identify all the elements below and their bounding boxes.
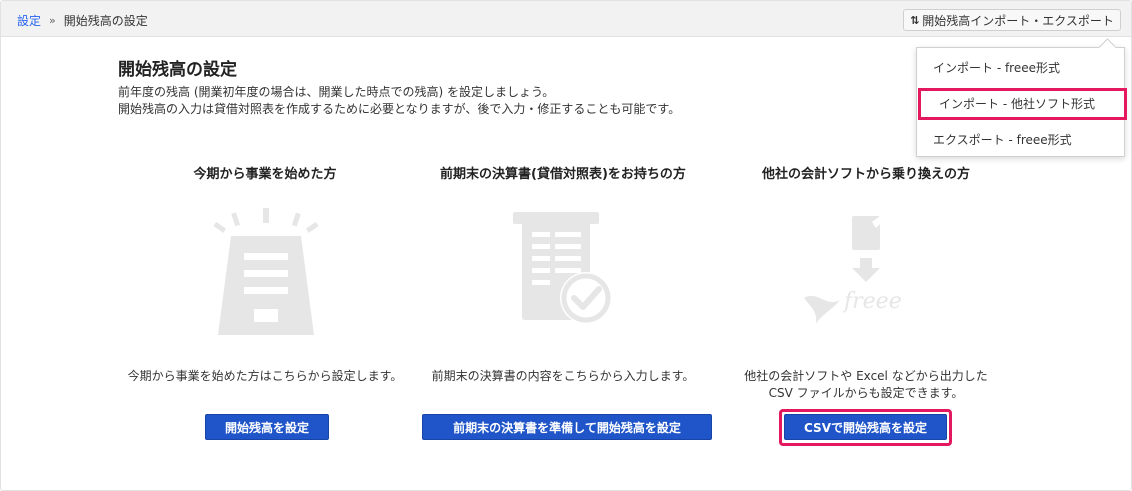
column-title-other-software: 他社の会計ソフトから乗り換えの方 (761, 167, 970, 182)
description-line-2: 開始残高の入力は貸借対照表を作成するために必要となりますが、後で入力・修正するこ… (118, 102, 681, 116)
column-title-new-business: 今期から事業を始めた方 (193, 167, 337, 182)
breadcrumb: 設定 » 開始残高の設定 (17, 12, 148, 29)
column-title-previous-statement: 前期末の決算書(貸借対照表)をお持ちの方 (440, 167, 686, 182)
breadcrumb-current: 開始残高の設定 (63, 14, 148, 28)
new-business-illustration-icon (213, 208, 319, 335)
menu-item-export-freee[interactable]: エクスポート - freee形式 (917, 124, 1124, 156)
column-text-other-software: 他社の会計ソフトや Excel などから出力した CSV ファイルからも設定でき… (720, 368, 1012, 402)
balance-sheet-illustration-icon (513, 212, 612, 324)
page-description: 前年度の残高 (開業初年度の場合は、開業した時点での残高) を設定しましょう。 … (118, 84, 680, 118)
prepare-statement-set-balance-button[interactable]: 前期末の決算書を準備して開始残高を設定 (422, 414, 712, 440)
import-export-label: 開始残高インポート・エクスポート (922, 13, 1114, 28)
csv-set-balance-button[interactable]: CSVで開始残高を設定 (784, 414, 947, 440)
column-text-previous-statement-line-1: 前期末の決算書の内容をこちらから入力します。 (431, 369, 695, 383)
column-text-previous-statement: 前期末の決算書の内容をこちらから入力します。 (410, 368, 716, 385)
set-opening-balance-button[interactable]: 開始残高を設定 (205, 414, 329, 440)
breadcrumb-settings-link[interactable]: 設定 (17, 12, 41, 29)
breadcrumb-separator: » (49, 14, 56, 27)
svg-text:freee: freee (842, 289, 902, 314)
menu-item-import-freee[interactable]: インポート - freee形式 (917, 52, 1124, 84)
description-line-1: 前年度の残高 (開業初年度の場合は、開業した時点での残高) を設定しましょう。 (118, 85, 555, 99)
import-export-icon: ⇅ (910, 13, 920, 27)
page-title: 開始残高の設定 (118, 60, 237, 80)
freee-csv-illustration-icon: freee (804, 216, 902, 324)
column-text-new-business: 今期から事業を始めた方はこちらから設定します。 (110, 368, 420, 385)
column-text-new-business-line-1: 今期から事業を始めた方はこちらから設定します。 (127, 369, 403, 383)
column-text-other-software-line-1: 他社の会計ソフトや Excel などから出力した (744, 369, 988, 383)
import-export-button[interactable]: ⇅ 開始残高インポート・エクスポート (903, 9, 1121, 31)
import-export-dropdown: インポート - freee形式 インポート - 他社ソフト形式 エクスポート -… (916, 47, 1127, 157)
menu-item-import-other-software[interactable]: インポート - 他社ソフト形式 (918, 88, 1127, 120)
column-text-other-software-line-2: CSV ファイルからも設定できます。 (768, 386, 964, 400)
